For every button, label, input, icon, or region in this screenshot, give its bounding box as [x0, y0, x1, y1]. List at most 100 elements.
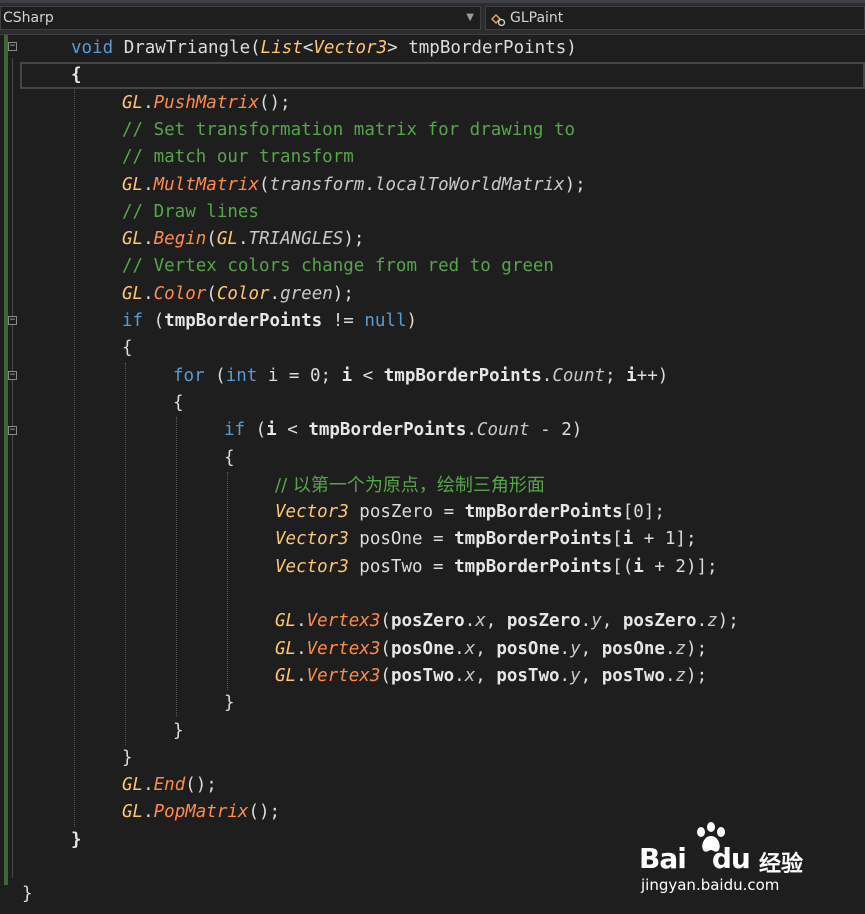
code-line[interactable]: Vector3 posOne = tmpBorderPoints[i + 1]; — [275, 526, 696, 553]
code-token: posTwo — [601, 665, 665, 686]
code-token: z — [707, 611, 718, 632]
chevron-down-icon[interactable]: ▼ — [466, 12, 474, 23]
code-line[interactable]: for (int i = 0; i < tmpBorderPoints.Coun… — [173, 363, 668, 390]
code-token: posOne — [496, 638, 560, 659]
code-line[interactable]: GL.PushMatrix(); — [122, 90, 291, 117]
code-token: y — [591, 611, 602, 632]
code-token: tmpBorderPoints — [454, 529, 613, 550]
code-token: Color — [216, 283, 270, 304]
code-token: . — [696, 611, 708, 632]
code-line[interactable]: GL.End(); — [122, 772, 217, 799]
collapse-icon[interactable]: − — [8, 426, 17, 435]
scope-dropdown[interactable]: CSharp ▼ — [0, 6, 481, 30]
code-line[interactable]: { — [122, 335, 133, 362]
code-token: ++) — [636, 365, 669, 386]
code-token: posOne = — [348, 529, 455, 550]
code-line[interactable]: if (i < tmpBorderPoints.Count - 2) — [224, 417, 582, 444]
code-line[interactable]: GL.Color(Color.green); — [122, 281, 354, 308]
code-token: { — [71, 65, 82, 86]
code-line[interactable]: // Vertex colors change from red to gree… — [122, 253, 554, 280]
code-token: ); — [564, 174, 586, 195]
code-token: - 2) — [529, 420, 583, 441]
code-token: . — [143, 802, 154, 823]
code-line[interactable]: { — [173, 390, 184, 417]
code-token: GL — [122, 92, 144, 113]
code-token: // match our transform — [122, 147, 354, 168]
member-dropdown[interactable]: GLPaint — [485, 6, 865, 30]
code-token: . — [466, 420, 477, 441]
code-token: Color — [153, 283, 207, 304]
code-token: posZero — [506, 611, 581, 632]
code-line[interactable]: } — [71, 827, 82, 854]
collapse-icon[interactable]: − — [8, 371, 17, 380]
code-token: . — [143, 174, 154, 195]
code-line[interactable]: void DrawTriangle(List<Vector3> tmpBorde… — [71, 35, 577, 62]
code-token: ; — [605, 365, 627, 386]
current-line-highlight — [20, 62, 865, 89]
code-token: if — [224, 420, 246, 441]
code-line[interactable]: GL.MultMatrix(transform.localToWorldMatr… — [122, 172, 586, 199]
code-token: . — [143, 775, 154, 796]
code-token: i = 0; — [257, 365, 342, 386]
code-token: PopMatrix — [153, 802, 249, 823]
code-line[interactable]: GL.Begin(GL.TRIANGLES); — [122, 226, 364, 253]
collapse-icon[interactable]: − — [8, 316, 17, 325]
code-token: . — [143, 229, 154, 250]
indent-guide — [227, 471, 228, 691]
code-token: tmpBorderPoints — [308, 420, 467, 441]
code-token: Begin — [153, 229, 207, 250]
code-token: tmpBorderPoints — [164, 311, 323, 331]
code-line[interactable]: } — [224, 690, 235, 717]
watermark-url: jingyan.baidu.com — [641, 876, 780, 894]
code-line[interactable]: // 以第一个为原点，绘制三角形面 — [275, 472, 545, 499]
code-line[interactable]: GL.Vertex3(posTwo.x, posTwo.y, posTwo.z)… — [275, 663, 707, 690]
code-token: // Set transformation matrix for drawing… — [122, 119, 576, 140]
code-line[interactable]: { — [71, 62, 82, 89]
code-token: , — [580, 665, 602, 686]
code-line[interactable]: GL.PopMatrix(); — [122, 799, 280, 826]
member-dropdown-value: GLPaint — [510, 10, 564, 26]
code-token: i — [266, 420, 277, 441]
code-line[interactable]: // Set transformation matrix for drawing… — [122, 117, 575, 144]
code-token: y — [570, 638, 581, 659]
scope-dropdown-value: CSharp — [3, 10, 54, 26]
code-line[interactable]: Vector3 posZero = tmpBorderPoints[0]; — [275, 499, 665, 526]
code-token: < — [352, 365, 384, 386]
watermark-product: 经验 — [759, 852, 804, 877]
code-line[interactable]: } — [173, 718, 184, 745]
code-token: posTwo — [496, 665, 560, 686]
code-token: . — [664, 638, 676, 659]
code-token: posZero = — [348, 502, 465, 523]
code-line[interactable]: Vector3 posTwo = tmpBorderPoints[(i + 2)… — [275, 554, 718, 581]
code-token: . — [143, 283, 154, 304]
code-token: } — [122, 747, 133, 768]
code-line[interactable]: GL.Vertex3(posZero.x, posZero.y, posZero… — [275, 608, 739, 635]
code-token: ); — [686, 665, 708, 686]
editor-gutter — [0, 35, 20, 914]
code-line[interactable]: } — [22, 881, 33, 908]
navigation-bar: CSharp ▼ GLPaint — [0, 0, 865, 35]
code-token: posZero — [622, 611, 697, 632]
code-token: GL — [216, 229, 238, 250]
code-token: { — [173, 392, 184, 413]
code-token: ) — [406, 311, 418, 331]
code-token: ( — [258, 174, 270, 195]
code-line[interactable]: } — [122, 745, 133, 772]
code-token: . — [237, 229, 249, 250]
code-token: DrawTriangle( — [113, 38, 261, 58]
code-line[interactable]: GL.Vertex3(posOne.x, posOne.y, posOne.z)… — [275, 636, 707, 663]
code-token: ); — [717, 611, 739, 632]
code-token: > tmpBorderPoints) — [387, 38, 577, 58]
code-token: { — [122, 338, 133, 359]
code-token: i — [341, 365, 353, 386]
code-token: y — [570, 665, 581, 686]
code-token: ( — [143, 311, 165, 331]
code-line[interactable]: // match our transform — [122, 144, 354, 171]
code-token: GL — [275, 665, 297, 686]
code-line[interactable]: // Draw lines — [122, 199, 259, 226]
code-token: Vertex3 — [306, 638, 381, 659]
collapse-icon[interactable]: − — [8, 42, 17, 51]
code-line[interactable]: { — [224, 445, 235, 472]
code-line[interactable]: if (tmpBorderPoints != null) — [122, 308, 417, 335]
code-token: transform — [269, 174, 365, 195]
